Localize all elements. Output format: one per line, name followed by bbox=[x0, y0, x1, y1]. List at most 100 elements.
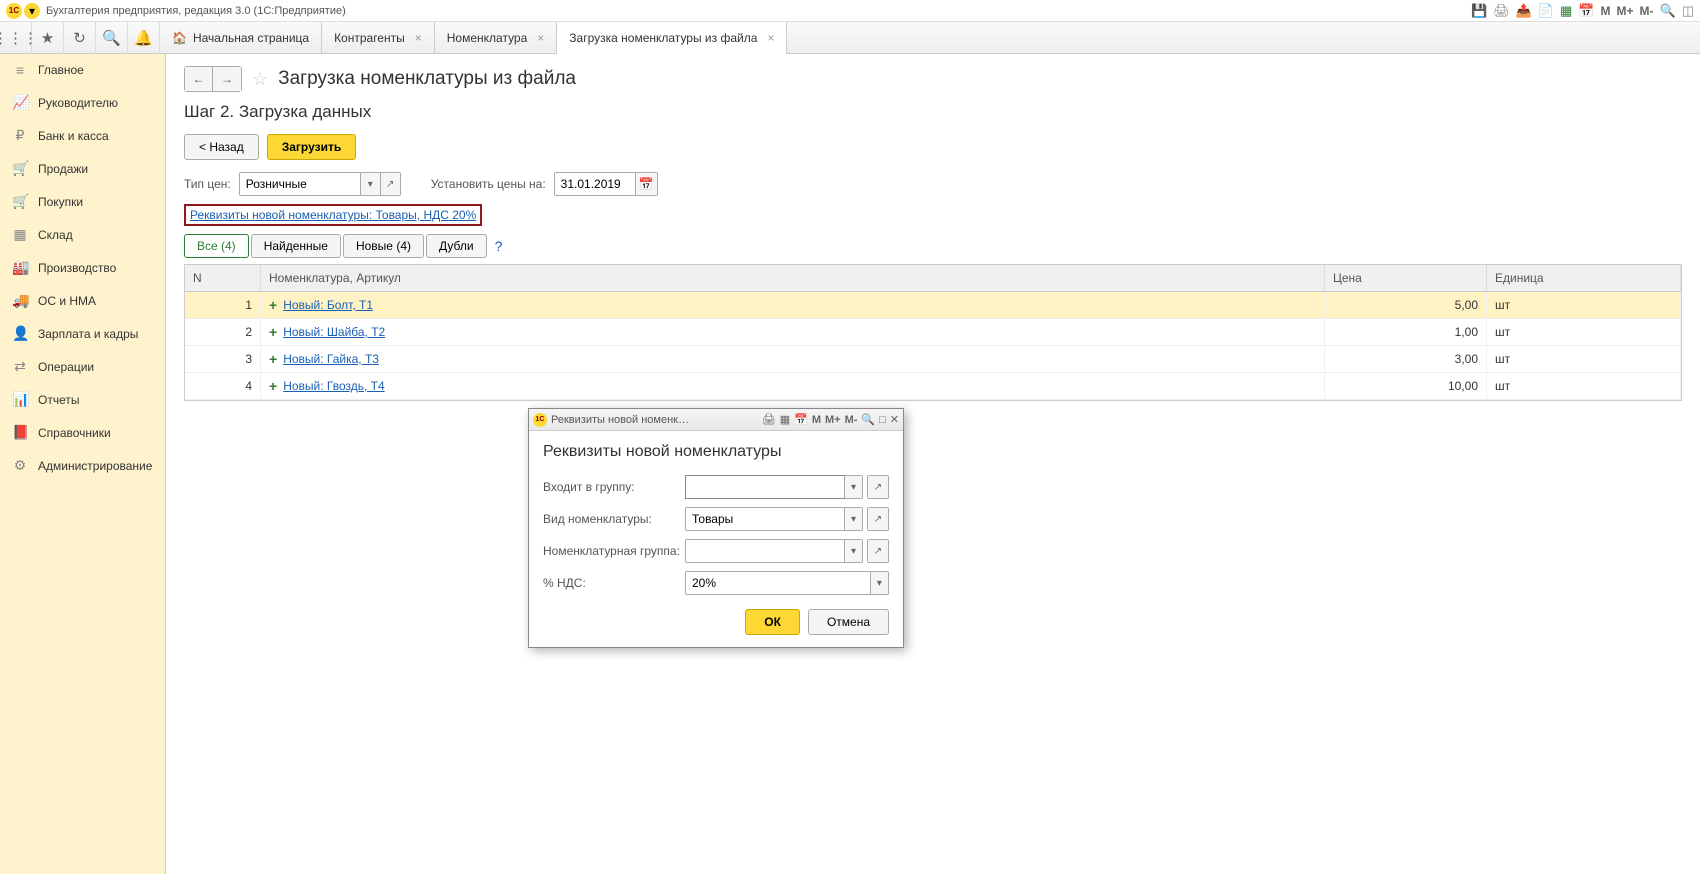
sidebar-item-sales[interactable]: 🛒Продажи bbox=[0, 152, 165, 185]
sidebar-item-main[interactable]: ≡Главное bbox=[0, 54, 165, 86]
sidebar-label: ОС и НМА bbox=[38, 294, 96, 308]
nav-forward-button[interactable]: → bbox=[213, 67, 241, 91]
dropdown-icon[interactable]: ▾ bbox=[844, 476, 862, 498]
kind-input[interactable] bbox=[686, 508, 844, 530]
print-icon[interactable]: 🖨 bbox=[762, 413, 776, 426]
copy-icon[interactable]: 📄 bbox=[1538, 3, 1554, 19]
calc-icon[interactable]: ▦ bbox=[1560, 3, 1572, 19]
date-input[interactable] bbox=[555, 173, 635, 195]
calendar-icon[interactable]: 📅 bbox=[1578, 3, 1594, 19]
cell-n: 4 bbox=[185, 373, 261, 399]
tab-import-nomenclature[interactable]: Загрузка номенклатуры из файла × bbox=[557, 22, 787, 54]
sidebar-item-assets[interactable]: 🚚ОС и НМА bbox=[0, 284, 165, 317]
dialog-titlebar[interactable]: 1C Реквизиты новой номенклат... 🖨 ▦ 📅 M … bbox=[529, 409, 903, 431]
notifications-bell-icon[interactable]: 🔔 bbox=[128, 22, 160, 54]
nomenclature-link[interactable]: Новый: Гвоздь, Т4 bbox=[283, 379, 384, 393]
open-dialog-icon[interactable]: ↗ bbox=[868, 540, 888, 562]
dropdown-icon[interactable]: ▾ bbox=[870, 572, 888, 594]
sidebar-item-hr[interactable]: 👤Зарплата и кадры bbox=[0, 317, 165, 350]
sidebar-item-production[interactable]: 🏭Производство bbox=[0, 251, 165, 284]
zoom-icon[interactable]: 🔍 bbox=[1660, 3, 1676, 19]
filter-tab-found[interactable]: Найденные bbox=[251, 234, 341, 258]
memory-mplus-button[interactable]: M+ bbox=[1617, 4, 1634, 18]
search-icon[interactable]: 🔍 bbox=[96, 22, 128, 54]
back-button[interactable]: < Назад bbox=[184, 134, 259, 160]
close-icon[interactable]: ✕ bbox=[890, 413, 899, 426]
sidebar-label: Отчеты bbox=[38, 393, 79, 407]
tab-close-icon[interactable]: × bbox=[415, 31, 422, 45]
memory-mminus-button[interactable]: M- bbox=[845, 414, 858, 426]
memory-mminus-button[interactable]: M- bbox=[1640, 4, 1654, 18]
maximize-icon[interactable]: □ bbox=[879, 414, 886, 426]
step-title: Шаг 2. Загрузка данных bbox=[184, 102, 1682, 122]
dropdown-icon[interactable]: ▾ bbox=[844, 508, 862, 530]
save-icon[interactable]: 💾 bbox=[1471, 3, 1487, 19]
calendar-icon[interactable]: 📅 bbox=[794, 413, 808, 426]
table-row[interactable]: 2 +Новый: Шайба, Т2 1,00 шт bbox=[185, 319, 1681, 346]
favorites-star-icon[interactable]: ★ bbox=[32, 22, 64, 54]
memory-m-button[interactable]: M bbox=[812, 414, 821, 426]
ok-button[interactable]: ОК bbox=[745, 609, 800, 635]
tab-close-icon[interactable]: × bbox=[767, 31, 774, 45]
nomenclature-link[interactable]: Новый: Гайка, Т3 bbox=[283, 352, 379, 366]
nomenclature-link[interactable]: Новый: Шайба, Т2 bbox=[283, 325, 385, 339]
requisites-link[interactable]: Реквизиты новой номенклатуры: Товары, НД… bbox=[190, 208, 476, 222]
dropdown-icon[interactable]: ▾ bbox=[844, 540, 862, 562]
table-row[interactable]: 3 +Новый: Гайка, Т3 3,00 шт bbox=[185, 346, 1681, 373]
favorite-star-icon[interactable]: ☆ bbox=[252, 69, 268, 90]
sidebar-item-admin[interactable]: ⚙Администрирование bbox=[0, 449, 165, 482]
nomenclature-link[interactable]: Новый: Болт, Т1 bbox=[283, 298, 373, 312]
vat-combo[interactable]: ▾ bbox=[685, 571, 889, 595]
calc-icon[interactable]: ▦ bbox=[780, 413, 790, 426]
kind-combo[interactable]: ▾ bbox=[685, 507, 863, 531]
sidebar-item-manager[interactable]: 📈Руководителю bbox=[0, 86, 165, 119]
price-type-input[interactable] bbox=[240, 173, 360, 195]
table-row[interactable]: 4 +Новый: Гвоздь, Т4 10,00 шт bbox=[185, 373, 1681, 400]
sidebar-item-operations[interactable]: ⇄Операции bbox=[0, 350, 165, 383]
nav-back-button[interactable]: ← bbox=[185, 67, 213, 91]
tab-counterparties[interactable]: Контрагенты × bbox=[322, 22, 435, 54]
panels-icon[interactable]: ◫ bbox=[1682, 3, 1694, 19]
group-input[interactable] bbox=[686, 476, 844, 498]
group-combo[interactable]: ▾ bbox=[685, 475, 863, 499]
help-icon[interactable]: ? bbox=[495, 238, 503, 254]
form-row-vat: % НДС: ▾ bbox=[543, 571, 889, 595]
filter-tabs: Все (4) Найденные Новые (4) Дубли ? bbox=[184, 234, 1682, 258]
tab-nomenclature[interactable]: Номенклатура × bbox=[435, 22, 558, 54]
sidebar-item-reports[interactable]: 📊Отчеты bbox=[0, 383, 165, 416]
nomgroup-combo[interactable]: ▾ bbox=[685, 539, 863, 563]
cell-price: 1,00 bbox=[1325, 319, 1487, 345]
sidebar-item-purchases[interactable]: 🛒Покупки bbox=[0, 185, 165, 218]
vat-input[interactable] bbox=[686, 572, 870, 594]
zoom-icon[interactable]: 🔍 bbox=[861, 413, 875, 426]
open-dialog-icon[interactable]: ↗ bbox=[380, 173, 400, 195]
open-dialog-icon[interactable]: ↗ bbox=[868, 508, 888, 530]
sidebar-item-references[interactable]: 📕Справочники bbox=[0, 416, 165, 449]
date-field[interactable]: 📅 bbox=[554, 172, 658, 196]
memory-mplus-button[interactable]: M+ bbox=[825, 414, 841, 426]
open-dialog-icon[interactable]: ↗ bbox=[868, 476, 888, 498]
print-icon[interactable]: 🖨 bbox=[1493, 3, 1510, 19]
app-menu-dropdown[interactable]: ▾ bbox=[24, 3, 40, 19]
tab-close-icon[interactable]: × bbox=[537, 31, 544, 45]
export-icon[interactable]: 📤 bbox=[1516, 3, 1532, 19]
nomenclature-grid: N Номенклатура, Артикул Цена Единица 1 +… bbox=[184, 264, 1682, 401]
table-row[interactable]: 1 +Новый: Болт, Т1 5,00 шт bbox=[185, 292, 1681, 319]
apps-grid-icon[interactable]: ⋮⋮⋮ bbox=[0, 22, 32, 54]
price-type-combo[interactable]: ▾ ↗ bbox=[239, 172, 401, 196]
load-button[interactable]: Загрузить bbox=[267, 134, 356, 160]
sidebar-label: Зарплата и кадры bbox=[38, 327, 138, 341]
filter-tab-dupes[interactable]: Дубли bbox=[426, 234, 487, 258]
filter-tab-all[interactable]: Все (4) bbox=[184, 234, 249, 258]
calendar-icon[interactable]: 📅 bbox=[635, 173, 657, 195]
memory-m-button[interactable]: M bbox=[1601, 4, 1611, 18]
sidebar-item-bank[interactable]: ₽Банк и касса bbox=[0, 119, 165, 152]
plus-icon: + bbox=[269, 297, 277, 313]
tab-home[interactable]: 🏠 Начальная страница bbox=[160, 22, 322, 54]
cancel-button[interactable]: Отмена bbox=[808, 609, 889, 635]
nomgroup-input[interactable] bbox=[686, 540, 844, 562]
dropdown-icon[interactable]: ▾ bbox=[360, 173, 380, 195]
sidebar-item-warehouse[interactable]: ▦Склад bbox=[0, 218, 165, 251]
history-icon[interactable]: ↻ bbox=[64, 22, 96, 54]
filter-tab-new[interactable]: Новые (4) bbox=[343, 234, 424, 258]
